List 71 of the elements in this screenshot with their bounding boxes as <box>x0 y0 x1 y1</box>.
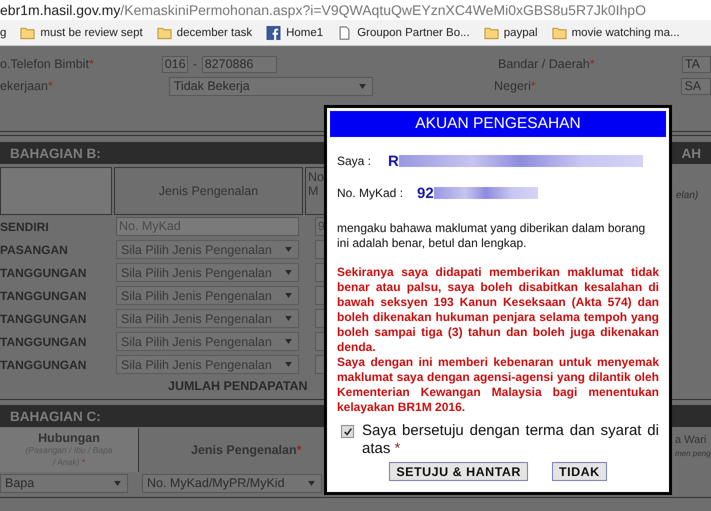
row-label: SENDIRI <box>0 220 50 234</box>
id-type-select[interactable]: Sila Pilih Jenis Pengenalan <box>116 240 299 259</box>
total-label: JUMLAH PENDAPATAN <box>168 379 308 393</box>
column-title: Jenis Pengenalan* <box>191 443 302 457</box>
id-type-select[interactable]: Sila Pilih Jenis Pengenalan <box>116 355 299 374</box>
section-title: AH <box>682 146 701 160</box>
row-label: TANGGUNGAN <box>0 334 88 348</box>
row-label: TANGGUNGAN <box>0 312 88 326</box>
relation-select[interactable]: Bapa <box>0 474 128 492</box>
bookmark[interactable]: Groupon Partner Bo... <box>337 26 470 40</box>
bookmark[interactable]: paypal <box>484 26 538 40</box>
id-type-select[interactable]: Sila Pilih Jenis Pengenalan <box>116 309 299 328</box>
bookmark[interactable]: movie watching ma... <box>552 26 680 40</box>
phone-prefix-field[interactable]: 016 <box>162 56 188 72</box>
column-hint: elan) <box>676 190 698 201</box>
id-value: 92 <box>417 184 434 202</box>
facebook-icon <box>266 26 282 40</box>
column-title: a Wari <box>675 434 708 447</box>
caret-icon <box>285 316 292 321</box>
caret-icon <box>285 362 292 367</box>
section-title: BAHAGIAN C: <box>10 408 101 424</box>
name-label: Saya : <box>337 154 372 168</box>
separator: - <box>192 57 197 71</box>
id-type-select[interactable]: Sila Pilih Jenis Pengenalan <box>116 332 299 351</box>
caret-icon <box>285 270 292 275</box>
column-hint: men peng <box>675 448 711 460</box>
row-label: TANGGUNGAN <box>0 358 88 372</box>
folder-icon <box>484 26 499 40</box>
phone-number-field[interactable]: 8270886 <box>202 56 278 72</box>
folder-icon <box>20 26 36 40</box>
bookmark[interactable]: december task <box>156 26 252 40</box>
bookmark[interactable]: g <box>0 26 6 38</box>
bookmark[interactable]: Home1 <box>266 26 324 40</box>
dialog-title: AKUAN PENGESAHAN <box>330 111 666 137</box>
row-label: PASANGAN <box>0 242 69 256</box>
agree-label: Saya bersetuju dengan terma dan syarat di atas * <box>362 422 659 458</box>
field-label: ekerjaan* <box>0 79 54 93</box>
field-label: Negeri* <box>494 79 537 93</box>
id-type-select[interactable]: No. MyKad/MyPR/MyKid <box>142 474 322 492</box>
statement-text: mengaku bahawa maklumat yang diberikan dalam borang ini adalah benar, betul dan lengkap. <box>337 221 646 251</box>
state-field[interactable]: SA <box>681 78 711 94</box>
column-title: Hubungan <box>38 432 100 444</box>
field-label: o.Telefon Bimbit* <box>0 57 95 71</box>
folder-icon <box>552 26 567 40</box>
caret-icon <box>114 480 121 486</box>
row-label: TANGGUNGAN <box>0 288 88 302</box>
page-icon <box>337 26 352 40</box>
dialog-button[interactable]: SETUJU & HANTAR <box>389 462 528 481</box>
occupation-select[interactable]: Tidak Bekerja <box>168 76 374 96</box>
caret-icon <box>285 339 292 344</box>
section-title: BAHAGIAN B: <box>10 146 101 160</box>
name-value: R <box>388 152 399 170</box>
url-path: /KemaskiniPermohonan.aspx?i=V9QWAqtuQwEYznXC4WeMi0xGBS8u5R7Jk0IhpO <box>120 2 646 18</box>
id-type-select[interactable]: Sila Pilih Jenis Pengenalan <box>116 263 299 282</box>
bookmark[interactable]: must be review sept <box>20 26 143 40</box>
row-label: TANGGUNGAN <box>0 266 88 280</box>
dialog-button[interactable]: TIDAK <box>552 462 607 481</box>
field-label: Bandar / Daerah* <box>498 57 596 71</box>
url-domain: ebr1m.hasil.gov.my <box>0 2 120 18</box>
folder-icon <box>156 26 172 40</box>
address-bar[interactable]: ebr1m.hasil.gov.my/KemaskiniPermohonan.aspx?i=V9QWAqtuQwEYznXC4WeMi0xGBS8u5R7Jk0IhpO <box>0 0 711 20</box>
caret-icon <box>308 480 315 486</box>
warning-text: Saya dengan ini memberi kebenaran untuk menyemak maklumat saya dengan agensi-agensi yang dilantik oleh Kementerian Kewangan Malaysia bagi menentukan kelayakan BR1M 2016. <box>337 355 659 415</box>
caret-icon <box>285 293 292 298</box>
caret-icon <box>285 247 292 252</box>
district-field[interactable]: TA <box>682 56 711 72</box>
table-header-cell: Jenis Pengenalan <box>114 167 303 215</box>
agree-checkbox[interactable] <box>341 425 354 438</box>
id-type-select[interactable]: Sila Pilih Jenis Pengenalan <box>116 286 299 305</box>
caret-icon <box>359 84 366 88</box>
warning-text: Sekiranya saya didapati memberikan maklumat tidak benar atau palsu, saya boleh disabitkan kesalahan di bawah seksyen 193 Kanun Keseksaan (Akta 574) dan boleh dikenakan hukuman penjara selama tempoh yang boleh sampai tiga (3) tahun dan boleh juga dikenakan denda. <box>337 265 659 355</box>
